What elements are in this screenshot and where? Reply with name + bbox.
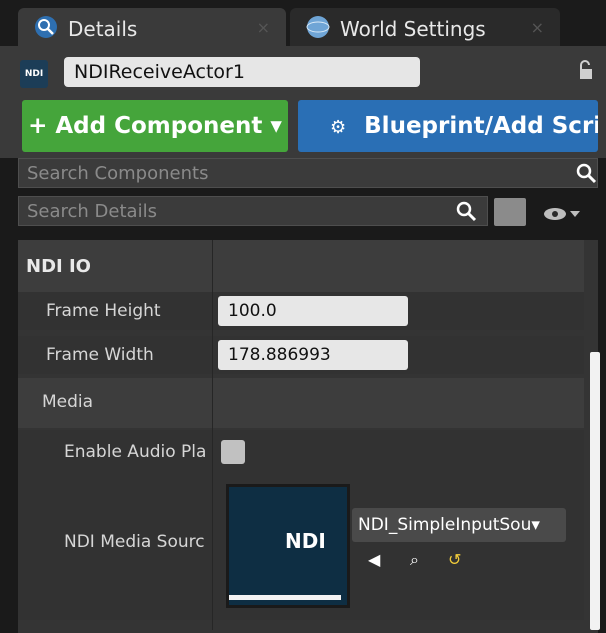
frame-width-field[interactable]: 178.886993 (218, 340, 408, 370)
search-icon[interactable] (574, 161, 598, 185)
enable-audio-checkbox[interactable] (221, 440, 245, 464)
tab-details[interactable]: Details × (18, 8, 286, 46)
blueprint-add-script-button[interactable]: ⚙ Blueprint/Add Scri (298, 100, 598, 152)
tab-world-settings-label: World Settings (340, 17, 486, 41)
ndi-logo-text: NDI (285, 529, 326, 553)
media-category-row[interactable]: Media (18, 378, 584, 428)
close-icon[interactable]: × (531, 18, 544, 37)
frame-height-field[interactable]: 100.0 (218, 296, 408, 326)
thumbnail-underline (229, 595, 341, 600)
ndi-media-source-thumbnail[interactable]: NDI (226, 484, 350, 608)
ndi-io-category-row[interactable]: NDI IO (18, 240, 584, 292)
reset-icon[interactable]: ↺ (448, 550, 461, 569)
tab-details-label: Details (68, 17, 138, 41)
actor-row: NDI NDIReceiveActor1 (0, 46, 606, 94)
details-magnifier-icon (35, 16, 57, 38)
lock-icon[interactable] (574, 58, 596, 82)
close-icon[interactable]: × (257, 18, 270, 37)
ndi-io-category-label: NDI IO (26, 256, 91, 277)
blueprint-button-label: Blueprint/Add Scri (364, 113, 598, 139)
gears-icon: ⚙ (330, 117, 347, 138)
column-divider (212, 240, 213, 630)
grid-view-icon[interactable] (494, 198, 526, 226)
add-component-button[interactable]: + Add Component ▾ (22, 100, 288, 152)
actor-type-badge: NDI (20, 60, 48, 88)
search-icon[interactable]: ⌕ (410, 550, 419, 570)
details-panel: Details × World Settings × NDI NDIReceiv… (0, 0, 606, 633)
tab-bar: Details × World Settings × (0, 0, 606, 46)
frame-width-label: Frame Width (46, 345, 154, 365)
actor-name-field[interactable]: NDIReceiveActor1 (64, 57, 420, 87)
world-globe-icon (306, 16, 330, 38)
eye-visibility-icon[interactable] (542, 202, 582, 226)
search-components-input[interactable]: Search Components (18, 158, 598, 188)
vertical-scrollbar[interactable] (590, 352, 600, 630)
media-category-label: Media (42, 392, 94, 412)
ndi-media-source-label: NDI Media Sourc (64, 532, 205, 552)
back-arrow-icon[interactable]: ◀ (368, 550, 380, 569)
tab-world-settings[interactable]: World Settings × (290, 8, 560, 46)
search-details-input[interactable]: Search Details (18, 196, 488, 226)
frame-height-label: Frame Height (46, 301, 161, 321)
enable-audio-label: Enable Audio Pla (64, 442, 207, 462)
search-icon[interactable] (454, 199, 478, 223)
enable-audio-row: Enable Audio Pla (18, 430, 584, 474)
button-row: + Add Component ▾ ⚙ Blueprint/Add Scri (0, 94, 606, 158)
ndi-media-source-dropdown[interactable]: NDI_SimpleInputSou▾ (352, 508, 566, 542)
